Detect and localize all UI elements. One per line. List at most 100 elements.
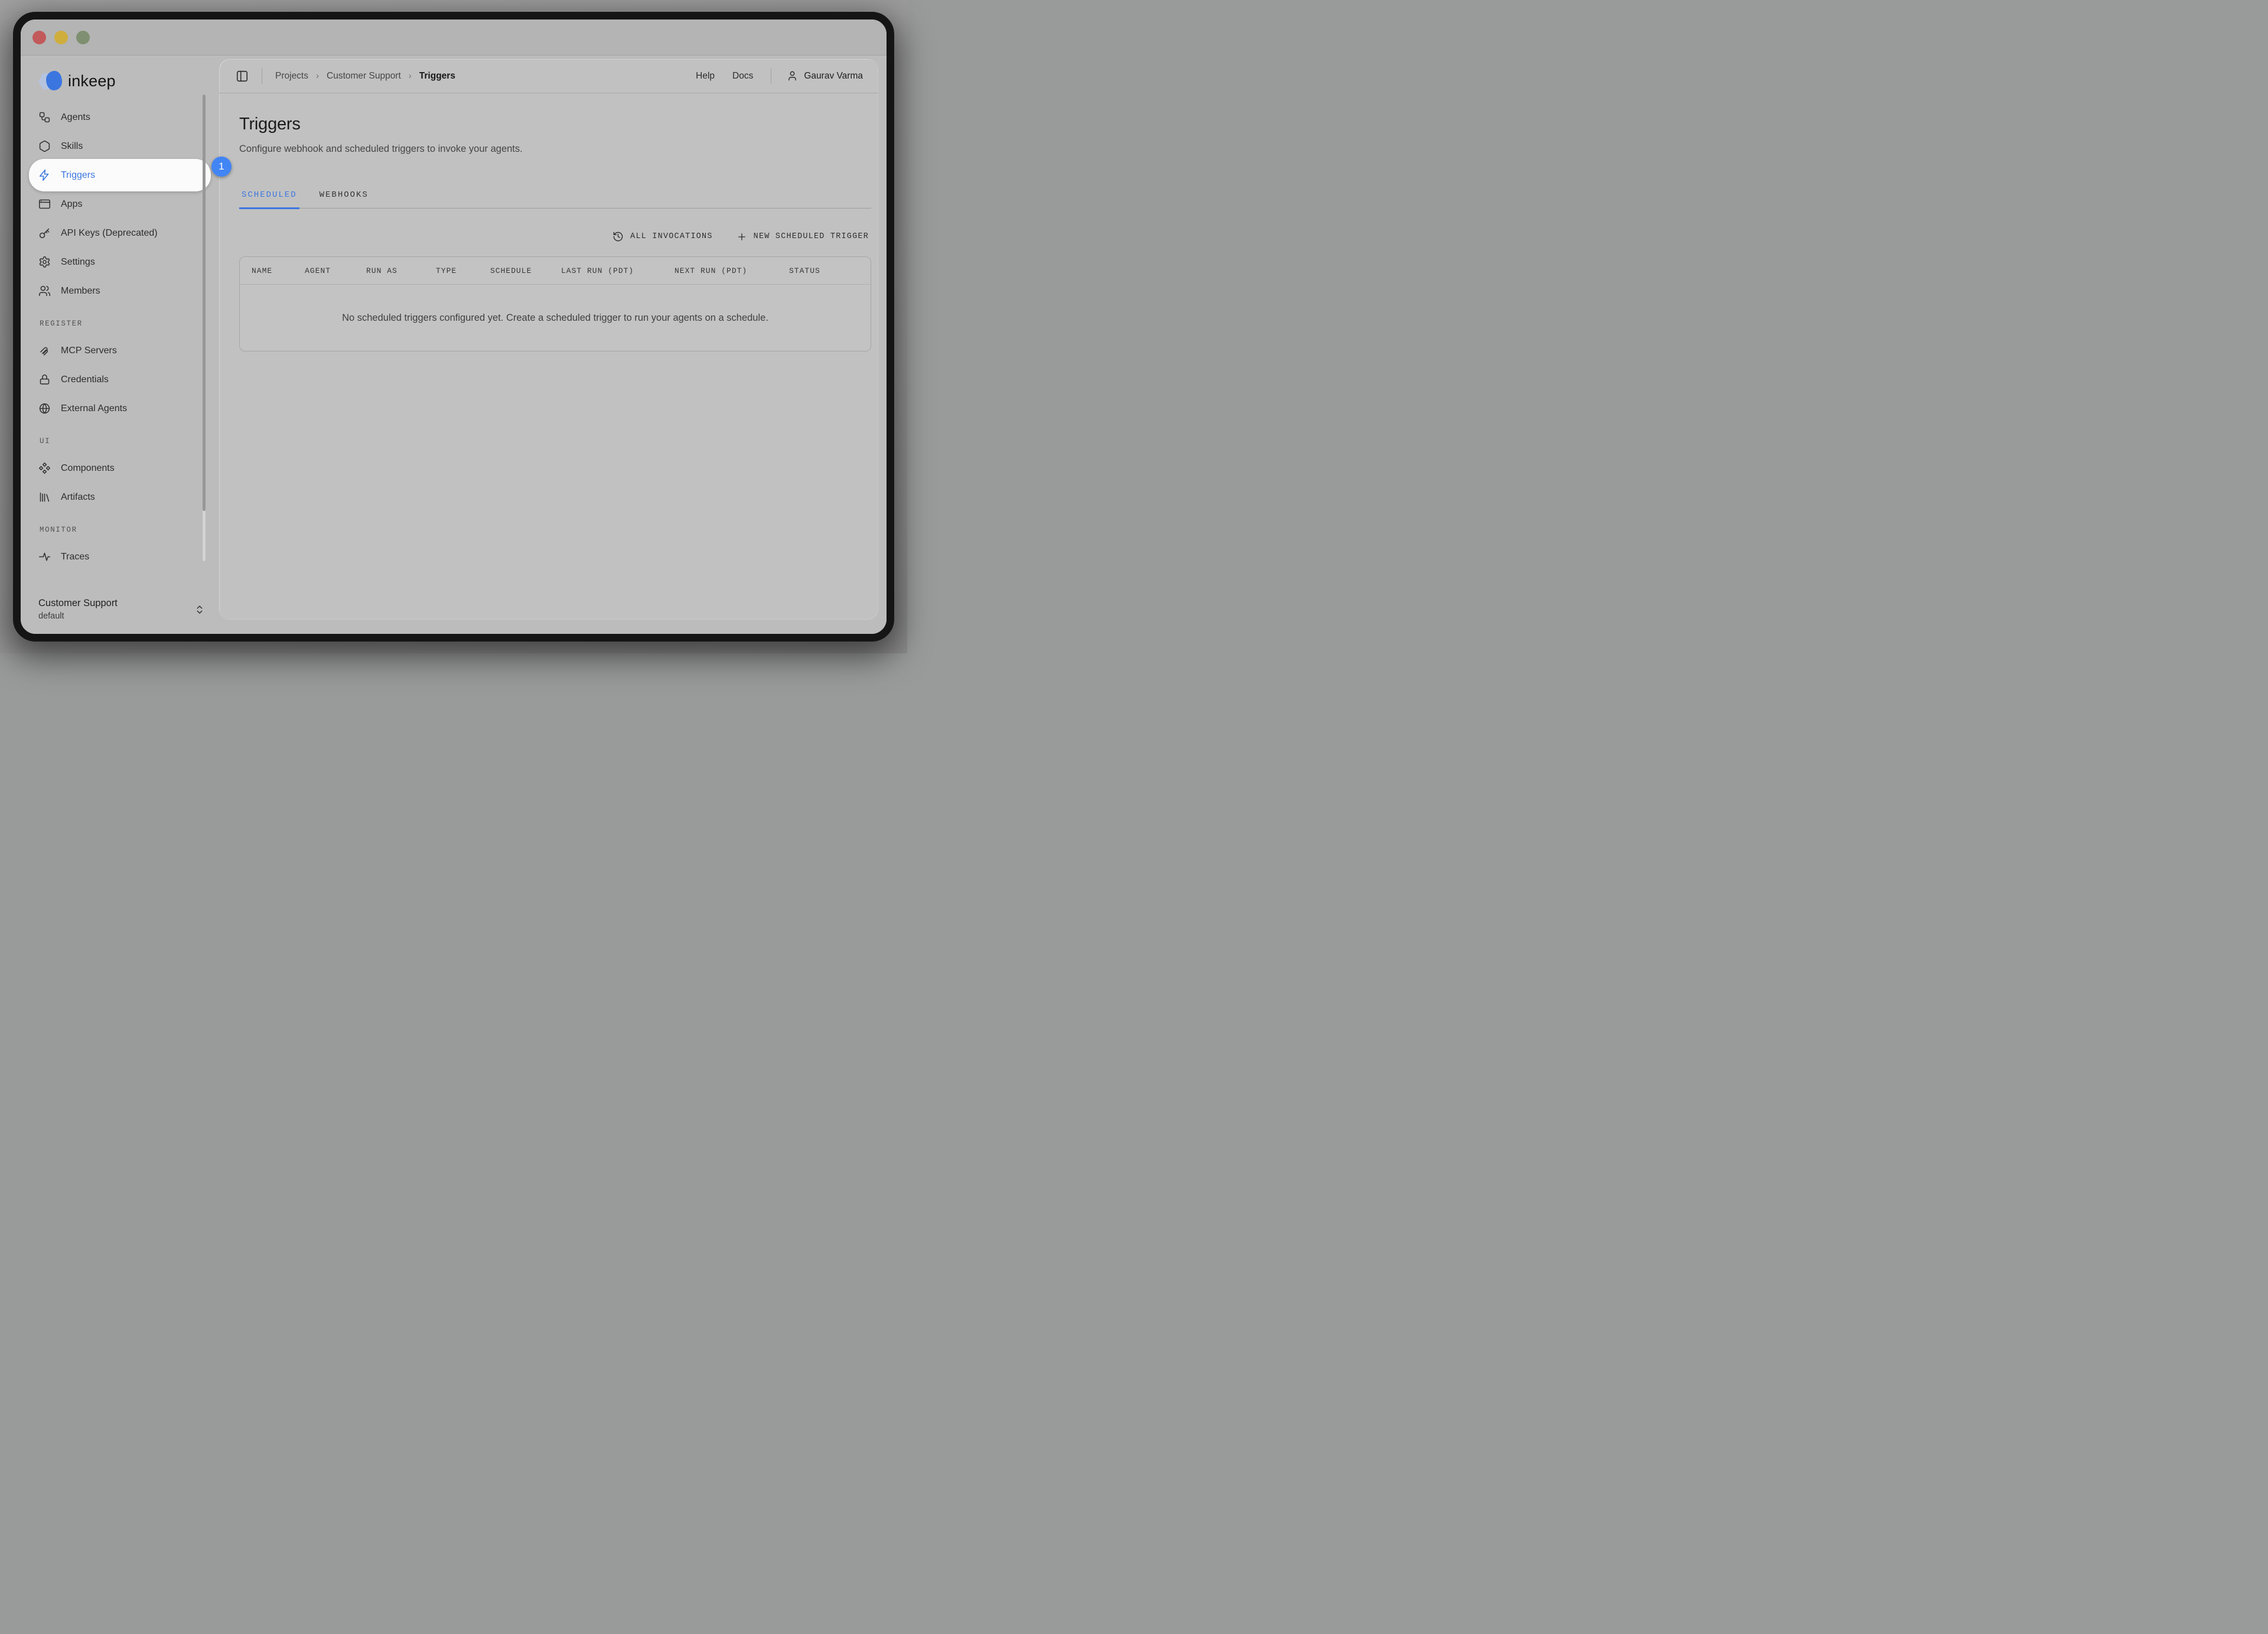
sidebar-item-traces[interactable]: Traces [29,542,211,571]
sidebar-item-label: Artifacts [61,492,95,503]
column-header-last-run: LAST RUN (PDT) [561,266,674,275]
empty-state-message: No scheduled triggers configured yet. Cr… [342,313,768,324]
sidebar-section-monitor: MONITOR [21,512,219,540]
sidebar-item-components[interactable]: Components [29,454,211,483]
tab-list: SCHEDULED WEBHOOKS [239,190,871,209]
sidebar-item-label: Traces [61,552,89,562]
breadcrumb-separator: › [409,71,412,81]
zoom-window-button[interactable] [76,31,90,44]
page-header: Projects › Customer Support › Triggers H… [219,59,878,93]
sidebar-item-label: Agents [61,112,90,123]
header-right: Help Docs Gaurav Varma [696,69,863,84]
history-icon [612,231,624,242]
sidebar-nav-monitor: Traces [21,540,219,571]
page-description: Configure webhook and scheduled triggers… [239,144,871,155]
users-icon [38,285,51,297]
new-scheduled-trigger-button[interactable]: NEW SCHEDULED TRIGGER [737,232,869,242]
column-header-name: NAME [252,266,305,275]
breadcrumb-projects[interactable]: Projects [275,71,308,82]
sidebar-toggle-button[interactable] [236,70,249,83]
gear-icon [38,256,51,268]
workflow-icon [38,111,51,123]
breadcrumb: Projects › Customer Support › Triggers [275,71,455,82]
sidebar-item-credentials[interactable]: Credentials [29,365,211,394]
globe-icon [38,402,51,415]
user-icon [787,70,798,82]
annotation-step-badge: 1 [211,157,232,177]
page-title: Triggers [239,115,871,134]
inkeep-logo-text: inkeep [68,72,116,90]
column-header-agent: AGENT [305,266,366,275]
column-header-type: TYPE [436,266,490,275]
tab-webhooks[interactable]: WEBHOOKS [317,190,371,209]
inkeep-logo[interactable]: inkeep [21,63,219,100]
window-titlebar [21,19,887,56]
sidebar-item-agents[interactable]: Agents [29,103,211,132]
all-invocations-button[interactable]: ALL INVOCATIONS [612,231,713,242]
sidebar-item-label: Skills [61,141,83,152]
column-header-next-run: NEXT RUN (PDT) [674,266,789,275]
sidebar-item-label: Settings [61,257,95,268]
screen: inkeep Agents Skills [0,0,907,653]
column-header-run-as: RUN AS [366,266,436,275]
table-empty-state: No scheduled triggers configured yet. Cr… [240,285,871,351]
sidebar-item-label: Triggers [61,170,95,181]
sidebar-item-label: MCP Servers [61,346,117,356]
sidebar-item-label: Members [61,286,100,297]
sidebar-item-label: API Keys (Deprecated) [61,228,158,239]
app-window: inkeep Agents Skills [13,12,894,642]
window-body: inkeep Agents Skills [21,56,887,634]
sidebar-item-triggers[interactable]: Triggers [29,159,211,191]
library-icon [38,491,51,503]
user-name: Gaurav Varma [804,71,863,82]
plus-icon [737,232,747,242]
sidebar-item-apps[interactable]: Apps [29,190,211,219]
sidebar-section-ui: UI [21,423,219,451]
tab-scheduled[interactable]: SCHEDULED [239,190,299,209]
sidebar-nav: Agents Skills Triggers [21,100,219,305]
activity-icon [38,551,51,563]
sidebar-item-members[interactable]: Members [29,276,211,305]
sidebar-section-register: REGISTER [21,305,219,334]
lock-icon [38,373,51,386]
sidebar-nav-register: MCP Servers Credentials External Agents [21,334,219,423]
column-header-schedule: SCHEDULE [490,266,561,275]
sidebar-item-settings[interactable]: Settings [29,248,211,276]
app-window-icon [38,198,51,210]
help-link[interactable]: Help [696,71,715,82]
key-icon [38,227,51,239]
chevrons-up-down-icon [194,604,205,615]
column-header-status: STATUS [789,266,871,275]
workspace-environment: default [38,611,118,622]
triggers-table: NAME AGENT RUN AS TYPE SCHEDULE LAST RUN… [239,256,871,351]
sidebar-scrollbar-thumb[interactable] [203,95,206,511]
user-menu[interactable]: Gaurav Varma [787,70,863,82]
sidebar-item-label: Credentials [61,375,109,385]
component-icon [38,462,51,474]
sidebar-item-label: Components [61,463,115,474]
new-scheduled-trigger-label: NEW SCHEDULED TRIGGER [754,232,869,241]
docs-link[interactable]: Docs [732,71,753,82]
workspace-selector[interactable]: Customer Support default [21,597,219,634]
sidebar-item-artifacts[interactable]: Artifacts [29,483,211,512]
close-window-button[interactable] [32,31,46,44]
actions-row: ALL INVOCATIONS NEW SCHEDULED TRIGGER [239,231,871,242]
sidebar-item-external-agents[interactable]: External Agents [29,394,211,423]
inkeep-logo-icon [38,70,62,92]
minimize-window-button[interactable] [54,31,68,44]
sidebar-item-mcp-servers[interactable]: MCP Servers [29,336,211,365]
main-area: Projects › Customer Support › Triggers H… [219,56,887,634]
sidebar: inkeep Agents Skills [21,56,219,634]
workspace-name: Customer Support [38,597,118,611]
sidebar-item-label: Apps [61,199,82,210]
sidebar-nav-ui: Components Artifacts [21,451,219,512]
breadcrumb-separator: › [316,71,319,81]
sidebar-item-skills[interactable]: Skills [29,132,211,161]
sidebar-item-api-keys[interactable]: API Keys (Deprecated) [29,219,211,248]
content-card: Projects › Customer Support › Triggers H… [219,59,878,620]
breadcrumb-customer-support[interactable]: Customer Support [327,71,401,82]
table-header-row: NAME AGENT RUN AS TYPE SCHEDULE LAST RUN… [240,257,871,285]
hexagon-icon [38,140,51,152]
breadcrumb-triggers: Triggers [419,71,455,82]
all-invocations-label: ALL INVOCATIONS [630,232,713,241]
